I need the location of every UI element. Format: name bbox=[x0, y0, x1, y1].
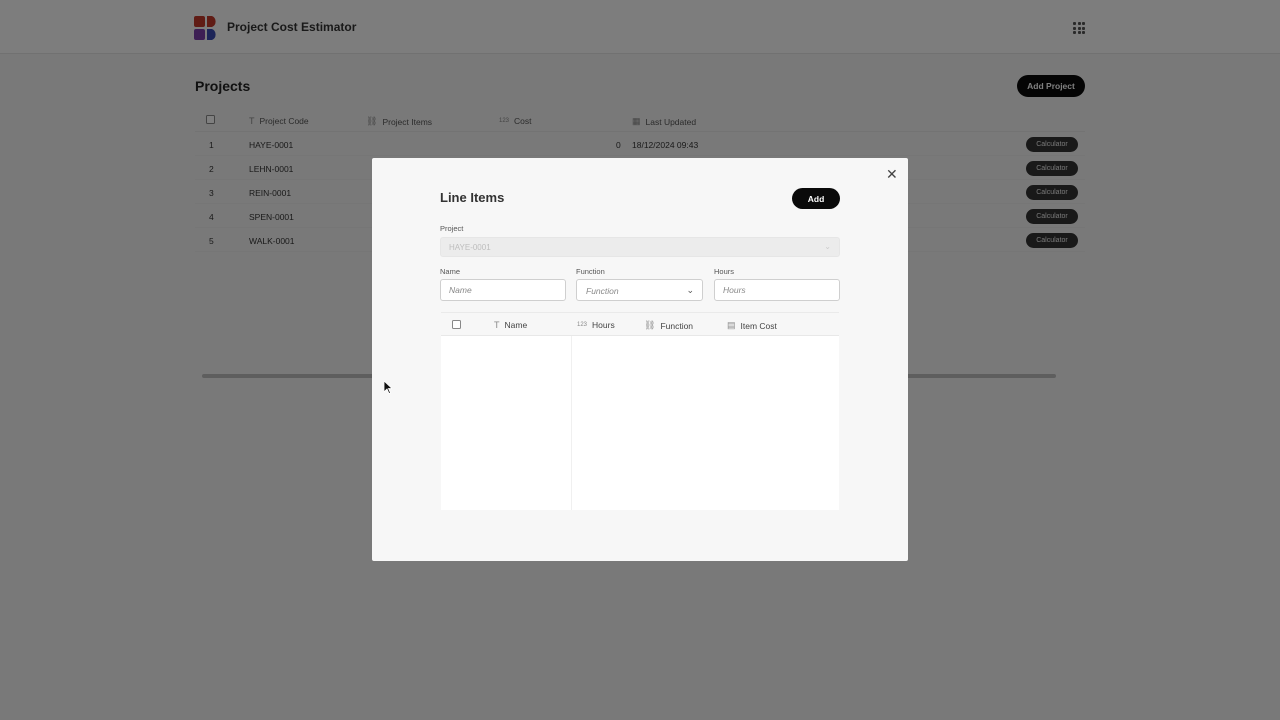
line-items-table-body bbox=[441, 336, 839, 510]
column-divider bbox=[571, 336, 572, 510]
number-type-icon: 123 bbox=[577, 322, 588, 328]
modal-title: Line Items bbox=[440, 190, 505, 205]
function-select[interactable]: Function ⌄ bbox=[576, 279, 703, 301]
text-type-icon: T bbox=[494, 320, 500, 330]
hours-field-label: Hours bbox=[714, 267, 735, 276]
name-field-label: Name bbox=[440, 267, 461, 276]
close-icon[interactable]: ✕ bbox=[886, 166, 898, 183]
add-line-item-button[interactable]: Add bbox=[792, 188, 840, 209]
chevron-down-icon: ⌄ bbox=[824, 242, 831, 251]
project-field-label: Project bbox=[440, 224, 464, 233]
project-select-value: HAYE-0001 bbox=[449, 243, 491, 252]
link-type-icon: ⛓ bbox=[644, 320, 656, 330]
chevron-down-icon: ⌄ bbox=[686, 285, 694, 295]
function-field-label: Function bbox=[576, 267, 605, 276]
select-all-line-items-checkbox[interactable] bbox=[452, 320, 461, 329]
column-name[interactable]: Name bbox=[505, 320, 528, 330]
mouse-cursor-icon bbox=[384, 381, 392, 394]
project-select[interactable]: HAYE-0001 ⌄ bbox=[440, 237, 840, 257]
calculator-icon: ▤ bbox=[727, 320, 736, 330]
function-select-placeholder: Function bbox=[586, 286, 619, 296]
name-input[interactable] bbox=[440, 279, 566, 301]
column-function[interactable]: Function bbox=[660, 321, 693, 331]
column-item-cost[interactable]: Item Cost bbox=[741, 321, 777, 331]
line-items-modal: ✕ Line Items Add Project HAYE-0001 ⌄ Nam… bbox=[372, 158, 908, 561]
column-hours[interactable]: Hours bbox=[592, 320, 615, 330]
line-items-table-header: T Name 123 Hours ⛓ Function ▤ Item Cost bbox=[441, 312, 839, 336]
hours-input[interactable] bbox=[714, 279, 840, 301]
